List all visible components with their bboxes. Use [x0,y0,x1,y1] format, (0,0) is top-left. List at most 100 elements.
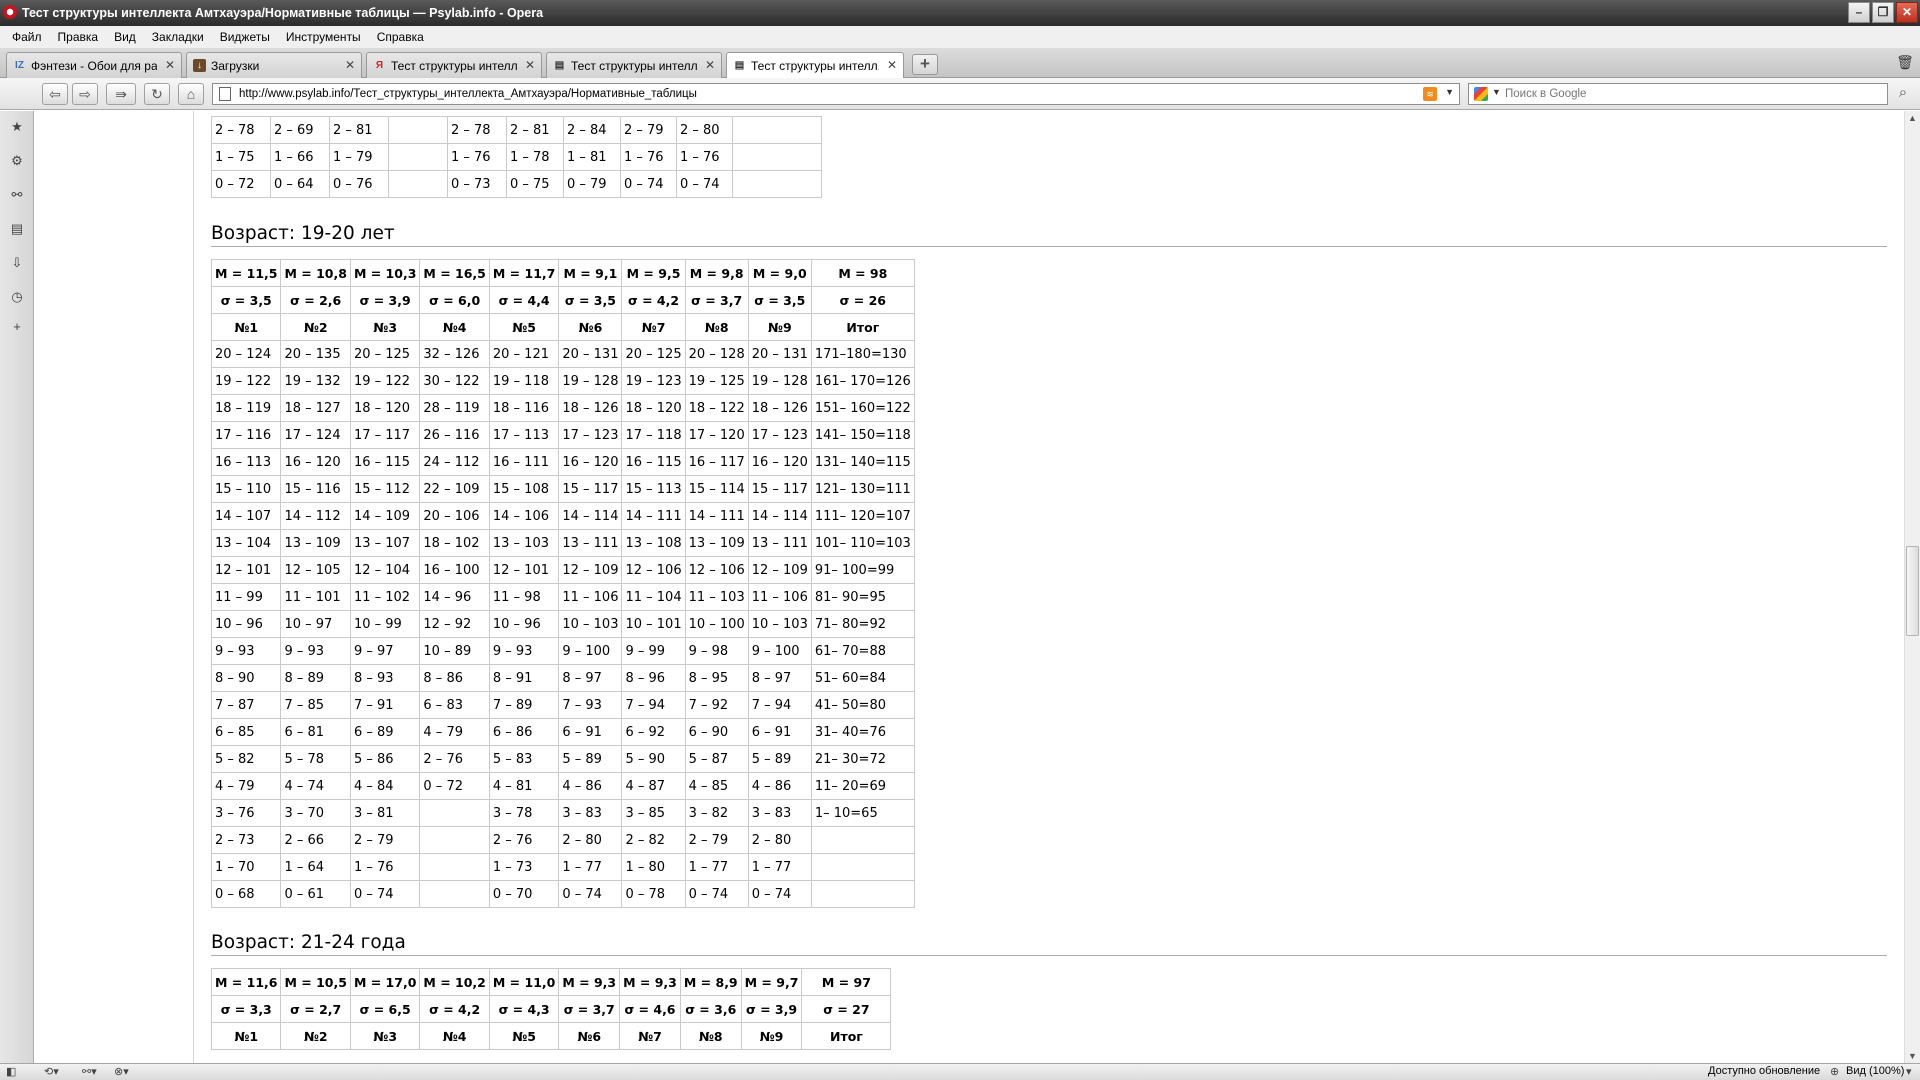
address-url[interactable]: http://www.psylab.info/Тест_структуры_ин… [239,88,697,100]
table-row: 17 – 116 17 – 124 17 – 117 26 – 116 17 – 113… [210,421,915,449]
table-cell: 17 – 117 [349,421,421,449]
opera-link-icon[interactable]: ⊗▾ [114,1065,129,1078]
table-cell: 18 – 126 [558,394,623,422]
table-cell: 1 – 66 [270,143,330,171]
table-cell: 15 – 112 [349,475,421,503]
table-cell: 19 – 122 [210,367,282,395]
table-header-cell: №1 [210,313,282,341]
table-cell: 6 – 81 [280,718,351,746]
table-header-cell: σ = 6,0 [419,286,490,314]
table-cell: 20 – 125 [349,340,421,368]
table-cell: 18 – 102 [419,529,490,557]
notes-panel-icon[interactable]: ▤ [9,221,25,237]
table-header-cell: №6 [558,1022,621,1050]
vertical-scrollbar[interactable]: ▲ ▼ [1904,111,1920,1063]
table-cell: 1 – 77 [558,853,623,881]
tab-test-structure-active[interactable]: ▤ Тест структуры интелл... ✕ [726,52,904,79]
unite-status-icon[interactable]: ⚯▾ [82,1065,97,1078]
address-dropdown-icon[interactable]: ▼ [1445,87,1454,97]
table-cell: 19 – 123 [621,367,686,395]
heading-divider [211,246,1887,247]
back-button[interactable]: ⇦ [42,83,68,105]
table-cell: 1 – 80 [621,853,686,881]
tab-close-icon[interactable]: ✕ [525,58,535,72]
forward-button[interactable]: ⇨ [72,83,98,105]
unite-panel-icon[interactable]: ⚯ [9,187,25,203]
scrollbar-thumb[interactable] [1906,546,1919,636]
scroll-down-icon[interactable]: ▼ [1908,1051,1917,1061]
history-panel-icon[interactable]: ◷ [9,289,25,305]
table-cell [388,143,448,171]
transfers-panel-icon[interactable]: ⇩ [9,255,25,271]
search-input[interactable] [1505,86,1875,102]
scroll-up-icon[interactable]: ▲ [1908,113,1917,123]
menu-bookmarks[interactable]: Закладки [144,26,212,48]
minimize-button[interactable]: – [1848,2,1870,23]
table-cell: 19 – 122 [349,367,421,395]
menu-help[interactable]: Справка [369,26,432,48]
table-cell: 9 – 100 [747,637,812,665]
fast-forward-button[interactable]: ⇛ [106,83,136,105]
home-button[interactable]: ⌂ [178,83,204,105]
table-cell: 3 – 81 [349,799,421,827]
table-cell: 15 – 117 [558,475,623,503]
address-bar[interactable]: http://www.psylab.info/Тест_структуры_ин… [212,83,1460,105]
tab-close-icon[interactable]: ✕ [345,58,355,72]
search-box[interactable]: ▼ [1468,83,1888,105]
table-cell: 8 – 91 [488,664,560,692]
table-cell: 8 – 89 [280,664,351,692]
table-row: 14 – 107 14 – 112 14 – 109 20 – 106 14 – 106… [210,502,915,530]
table-cell: 2 – 84 [563,116,621,144]
tab-downloads[interactable]: ↓ Загрузки ✕ [186,52,362,78]
tab-close-icon[interactable]: ✕ [705,58,715,72]
page-info-icon[interactable] [219,87,231,101]
menu-file[interactable]: Файл [4,26,50,48]
table-row: 2 – 73 2 – 66 2 – 79 2 – 76 2 – 80 2 – 82 2 – … [210,826,915,854]
table-cell: 14 – 114 [558,502,623,530]
rss-feed-icon[interactable]: ≋ [1423,87,1437,101]
table-row: 11 – 99 11 – 101 11 – 102 14 – 96 11 – 98 11 … [210,583,915,611]
reload-button[interactable]: ↻ [144,83,170,105]
update-available-text[interactable]: Доступно обновление [1708,1065,1820,1077]
table-cell: 16 – 120 [558,448,623,476]
table-cell: 19 – 128 [747,367,812,395]
search-go-icon[interactable]: ⌕ [1892,84,1914,104]
table-cell: 19 – 132 [280,367,351,395]
table-cell: 4 – 74 [280,772,351,800]
table-cell: 0 – 76 [329,170,389,198]
zoom-level[interactable]: Вид (100%) [1846,1065,1904,1077]
panel-toggle-icon[interactable]: ◧ [6,1065,16,1078]
table-header-cell: №3 [349,1022,421,1050]
widgets-panel-icon[interactable]: ⚙ [9,153,25,169]
table-header-cell: σ = 4,4 [488,286,560,314]
table-cell: 13 – 111 [558,529,623,557]
tab-test-structure-2[interactable]: ▤ Тест структуры интелл... ✕ [546,52,722,78]
new-tab-button[interactable]: + [912,54,938,75]
close-window-button[interactable]: ✕ [1896,2,1918,23]
search-engine-dropdown-icon[interactable]: ▼ [1492,87,1501,97]
google-engine-icon[interactable] [1474,87,1488,101]
table-cell: 1 – 75 [211,143,271,171]
tab-close-icon[interactable]: ✕ [887,58,897,72]
table-cell: 0 – 73 [447,170,507,198]
tab-test-structure-1[interactable]: Я Тест структуры интелл... ✕ [366,52,542,78]
table-cell: 131– 140=115 [810,448,915,476]
maximize-button[interactable]: ❐ [1872,2,1894,23]
menu-view[interactable]: Вид [106,26,144,48]
add-panel-icon[interactable]: + [9,319,25,335]
table-cell: 0 – 72 [419,772,490,800]
turbo-icon[interactable]: ⟲▾ [44,1065,59,1078]
zoom-dropdown-icon[interactable]: ▾ [1906,1065,1912,1078]
table-cell: 10 – 96 [488,610,560,638]
tab-close-icon[interactable]: ✕ [165,58,175,72]
menu-edit[interactable]: Правка [50,26,107,48]
menu-widgets[interactable]: Виджеты [212,26,278,48]
menu-tools[interactable]: Инструменты [278,26,369,48]
bookmarks-panel-icon[interactable]: ★ [9,119,25,135]
zoom-icon[interactable]: ⊕ [1830,1065,1839,1078]
tab-fantasy-wallpapers[interactable]: IZ Фэнтези - Обои для ра... ✕ [6,52,182,78]
table-row: 3 – 76 3 – 70 3 – 81 3 – 78 3 – 83 3 – 85 3 – … [210,799,915,827]
trash-icon[interactable]: 🗑 [1896,54,1914,74]
table-cell: 13 – 109 [280,529,351,557]
table-cell: 7 – 89 [488,691,560,719]
